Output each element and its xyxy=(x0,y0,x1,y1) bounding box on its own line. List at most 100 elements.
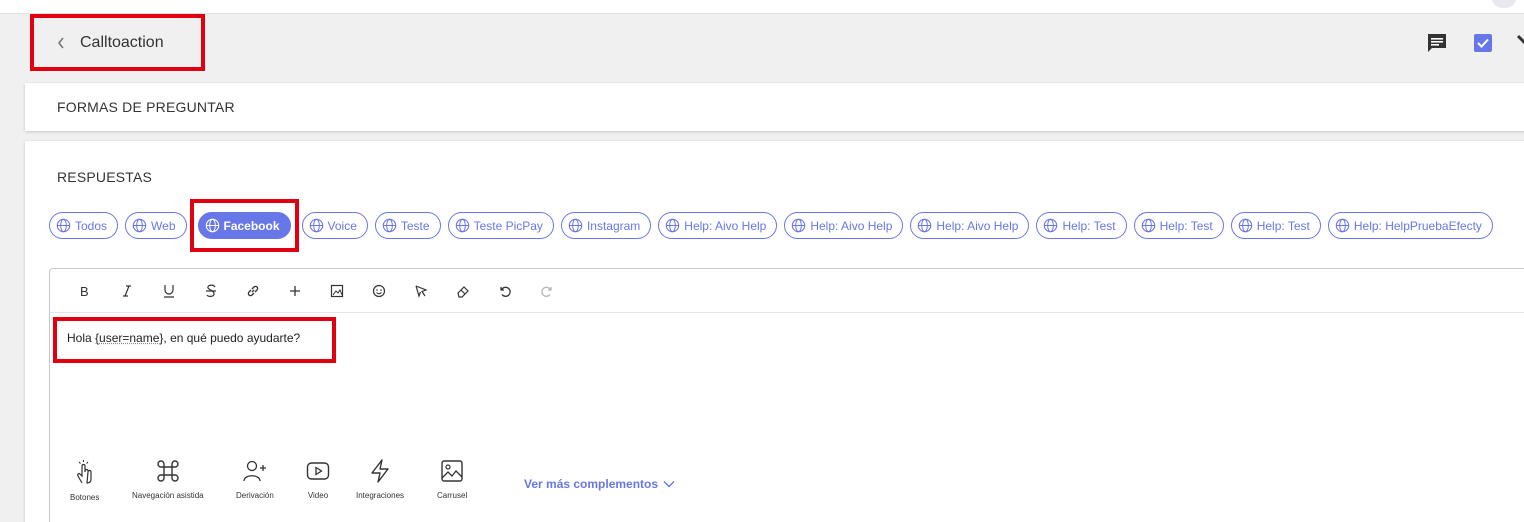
bold-button[interactable]: B xyxy=(64,277,106,305)
addon-label: Video xyxy=(308,491,328,500)
addon-navegacion[interactable]: Navegación asistida xyxy=(132,459,204,500)
channel-chip-label: Instagram xyxy=(587,219,640,233)
link-icon xyxy=(246,284,260,298)
addon-derivacion[interactable]: Derivación xyxy=(236,459,274,500)
emoji-button[interactable] xyxy=(358,277,400,305)
globe-icon xyxy=(665,218,680,233)
channel-chip-label: Help: HelpPruebaEfecty xyxy=(1354,219,1482,233)
formas-card[interactable]: FORMAS DE PREGUNTAR xyxy=(25,83,1524,131)
italic-button[interactable] xyxy=(106,277,148,305)
channel-chip[interactable]: Help: Test xyxy=(1036,212,1126,239)
respuestas-card: RESPUESTAS Todos Web Facebook Voice Teste Tes… xyxy=(25,141,1524,522)
channel-chip[interactable]: Todos xyxy=(49,212,118,239)
channel-chip-label: Teste xyxy=(401,219,430,233)
channel-chip[interactable]: Help: HelpPruebaEfecty xyxy=(1328,212,1493,239)
undo-icon xyxy=(498,284,512,298)
command-icon xyxy=(156,459,180,483)
channel-chip-label: Todos xyxy=(75,219,107,233)
emoji-icon xyxy=(372,284,386,298)
channel-chip[interactable]: Facebook xyxy=(198,212,291,239)
lightning-icon xyxy=(369,459,391,483)
redo-icon xyxy=(540,284,554,298)
channel-chip-label: Help: Aivo Help xyxy=(810,219,892,233)
addons-bar: Botones Navegación asistida Derivación V… xyxy=(50,459,750,519)
header: Calltoaction xyxy=(0,14,1524,76)
channel-chip-label: Teste PicPay xyxy=(474,219,543,233)
globe-icon xyxy=(1043,218,1058,233)
channel-chip[interactable]: Help: Aivo Help xyxy=(784,212,903,239)
globe-icon xyxy=(382,218,397,233)
undo-button[interactable] xyxy=(484,277,526,305)
answer-editor[interactable]: B Hola {user=name}, en qué puedo ayudart… xyxy=(49,268,1524,522)
globe-icon xyxy=(1335,218,1350,233)
addon-integraciones[interactable]: Integraciones xyxy=(356,459,404,500)
globe-icon xyxy=(455,218,470,233)
image-button[interactable] xyxy=(316,277,358,305)
channel-chip[interactable]: Help: Aivo Help xyxy=(658,212,777,239)
bold-icon: B xyxy=(79,284,91,298)
chevron-down-icon xyxy=(663,480,675,488)
channel-chip-label: Help: Test xyxy=(1160,219,1213,233)
addon-label: Derivación xyxy=(236,491,274,500)
channel-chip[interactable]: Voice xyxy=(302,212,368,239)
addon-botones[interactable]: Botones xyxy=(70,459,99,502)
cursor-button[interactable] xyxy=(400,277,442,305)
globe-icon xyxy=(205,218,220,233)
globe-icon xyxy=(56,218,71,233)
top-strip xyxy=(0,0,1524,14)
checkbox-icon[interactable] xyxy=(1472,32,1494,54)
chevron-left-icon xyxy=(56,36,66,50)
respuestas-title: RESPUESTAS xyxy=(57,169,152,185)
channel-chips: Todos Web Facebook Voice Teste Teste PicPay In… xyxy=(49,212,1493,239)
addon-label: Navegación asistida xyxy=(132,491,204,500)
channel-chip[interactable]: Web xyxy=(125,212,186,239)
addon-label: Botones xyxy=(70,493,99,502)
channel-chip-label: Voice xyxy=(328,219,357,233)
video-icon xyxy=(306,459,330,483)
globe-icon xyxy=(1141,218,1156,233)
back-button[interactable]: Calltoaction xyxy=(30,14,205,71)
message-text-start: Hola xyxy=(67,331,95,345)
addon-carrusel[interactable]: Carrusel xyxy=(437,459,467,500)
message-text[interactable]: Hola {user=name}, en qué puedo ayudarte? xyxy=(53,317,336,363)
tool-icon[interactable] xyxy=(1514,32,1524,54)
channel-chip[interactable]: Instagram xyxy=(561,212,651,239)
channel-chip[interactable]: Help: Test xyxy=(1231,212,1321,239)
add-button[interactable] xyxy=(274,277,316,305)
more-addons-link[interactable]: Ver más complementos xyxy=(524,477,675,491)
channel-chip-label: Web xyxy=(151,219,175,233)
user-name-variable[interactable]: {user=name} xyxy=(95,331,163,345)
channel-chip[interactable]: Help: Aivo Help xyxy=(910,212,1029,239)
channel-chip[interactable]: Help: Test xyxy=(1134,212,1224,239)
underline-button[interactable] xyxy=(148,277,190,305)
addon-video[interactable]: Video xyxy=(306,459,330,500)
eraser-icon xyxy=(456,284,470,298)
cursor-icon xyxy=(414,284,428,298)
channel-chip[interactable]: Teste xyxy=(375,212,441,239)
strikethrough-button[interactable] xyxy=(190,277,232,305)
globe-icon xyxy=(917,218,932,233)
chat-icon[interactable] xyxy=(1426,32,1448,54)
image-icon xyxy=(440,459,464,483)
italic-icon xyxy=(121,284,133,298)
strikethrough-icon xyxy=(205,284,217,298)
channel-chip-label: Help: Test xyxy=(1062,219,1115,233)
underline-icon xyxy=(163,284,175,298)
editor-toolbar: B xyxy=(50,269,1524,313)
svg-text:B: B xyxy=(80,284,89,298)
hand-pointer-icon xyxy=(74,459,96,485)
channel-chip-label: Help: Aivo Help xyxy=(684,219,766,233)
redo-button[interactable] xyxy=(526,277,568,305)
image-icon xyxy=(330,284,344,298)
avatar[interactable] xyxy=(1492,0,1516,8)
plus-icon xyxy=(289,285,301,297)
globe-icon xyxy=(568,218,583,233)
addon-label: Carrusel xyxy=(437,491,467,500)
eraser-button[interactable] xyxy=(442,277,484,305)
message-text-end: , en qué puedo ayudarte? xyxy=(163,331,300,345)
channel-chip[interactable]: Teste PicPay xyxy=(448,212,554,239)
user-plus-icon xyxy=(242,459,268,483)
globe-icon xyxy=(132,218,147,233)
selected-channel-highlight: Facebook xyxy=(190,199,299,252)
link-button[interactable] xyxy=(232,277,274,305)
